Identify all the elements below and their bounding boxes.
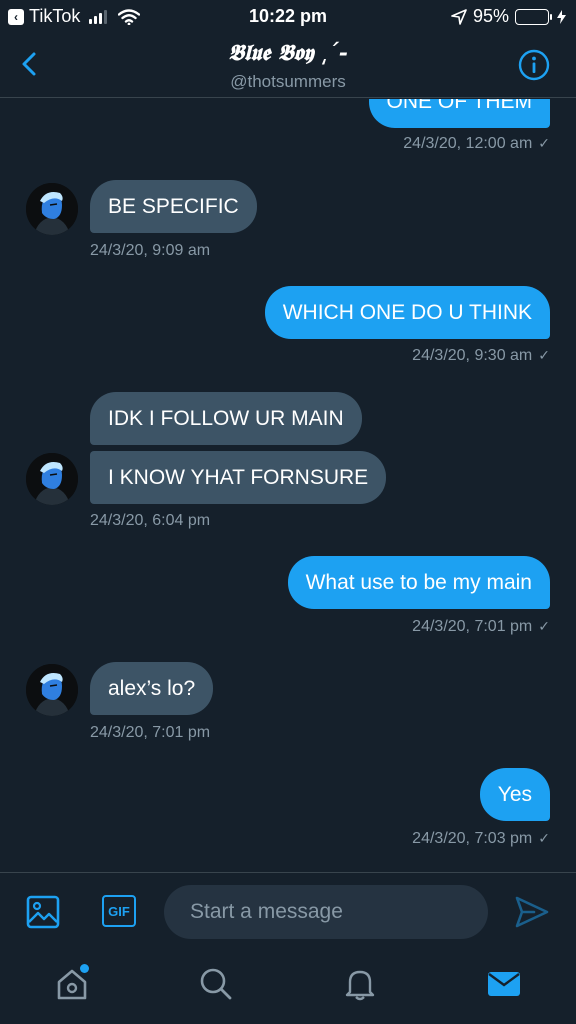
outgoing-message-bubble[interactable]: Yes <box>479 768 550 821</box>
mail-icon[interactable] <box>486 966 522 1002</box>
avatar[interactable] <box>26 664 78 716</box>
search-icon[interactable] <box>198 966 234 1002</box>
avatar-image <box>26 453 78 505</box>
message-text: What use to be my main <box>305 571 532 594</box>
read-check-icon: ✓ <box>538 347 550 363</box>
message-timestamp: 24/3/20, 9:09 am <box>90 242 211 259</box>
message-text: WHICH ONE DO U THINK <box>282 301 532 324</box>
avatar[interactable] <box>26 183 78 235</box>
bell-icon[interactable] <box>342 966 378 1002</box>
message-text: alex’s lo? <box>108 677 196 700</box>
incoming-message-bubble[interactable]: IDK I FOLLOW UR MAIN <box>90 392 362 445</box>
charging-bolt-icon <box>557 9 566 24</box>
image-icon[interactable] <box>26 895 60 929</box>
avatar-image <box>26 183 78 235</box>
battery-percent: 95% <box>472 6 509 26</box>
outgoing-message-bubble[interactable]: What use to be my main <box>287 556 550 609</box>
incoming-message-bubble[interactable]: I KNOW YHAT FORNSURE <box>90 451 387 504</box>
message-timestamp: 24/3/20, 7:01 pm ✓ <box>412 618 550 635</box>
avatar[interactable] <box>26 453 78 505</box>
conversation-header: 𝕭𝖑𝖚𝖊 𝕭𝖔𝖞 ͵´- @thotsummers <box>0 32 576 98</box>
message-text: ONE OF THEM <box>386 99 532 113</box>
conversation-handle[interactable]: @thotsummers <box>0 72 576 92</box>
status-right: 95% <box>451 6 566 27</box>
read-check-icon: ✓ <box>538 135 550 151</box>
outgoing-message-bubble[interactable]: ONE OF THEM <box>368 99 550 128</box>
gif-button[interactable]: GIF <box>102 895 136 927</box>
incoming-message-bubble[interactable]: alex’s lo? <box>90 662 214 715</box>
message-timestamp: 24/3/20, 7:01 pm <box>90 724 211 741</box>
location-arrow-icon <box>451 8 467 25</box>
conversation-title[interactable]: 𝕭𝖑𝖚𝖊 𝕭𝖔𝖞 ͵´- <box>0 40 576 66</box>
avatar-image <box>26 664 78 716</box>
gif-label: GIF <box>108 903 130 919</box>
info-icon[interactable] <box>518 49 550 81</box>
message-composer: GIF <box>0 872 576 952</box>
notification-dot <box>80 964 89 973</box>
message-timestamp: 24/3/20, 7:03 pm ✓ <box>412 830 550 847</box>
message-timestamp: 24/3/20, 12:00 am ✓ <box>403 135 550 152</box>
message-text: I KNOW YHAT FORNSURE <box>108 466 369 489</box>
message-text: Yes <box>497 783 532 806</box>
message-timestamp: 24/3/20, 9:30 am ✓ <box>412 347 550 364</box>
send-icon[interactable] <box>514 895 550 929</box>
tab-bar <box>0 952 576 1024</box>
message-text: BE SPECIFIC <box>108 195 239 218</box>
message-input[interactable] <box>164 885 488 939</box>
read-check-icon: ✓ <box>538 830 550 846</box>
message-list[interactable]: ONE OF THEM 24/3/20, 12:00 am ✓ BE SPECIF… <box>0 99 576 871</box>
message-text: IDK I FOLLOW UR MAIN <box>108 407 344 430</box>
read-check-icon: ✓ <box>538 618 550 634</box>
outgoing-message-bubble[interactable]: WHICH ONE DO U THINK <box>264 286 550 339</box>
status-bar: ‹ TikTok 10:22 pm 95% <box>0 0 576 32</box>
message-timestamp: 24/3/20, 6:04 pm <box>90 512 211 529</box>
incoming-message-bubble[interactable]: BE SPECIFIC <box>90 180 257 233</box>
battery-icon <box>515 8 552 25</box>
